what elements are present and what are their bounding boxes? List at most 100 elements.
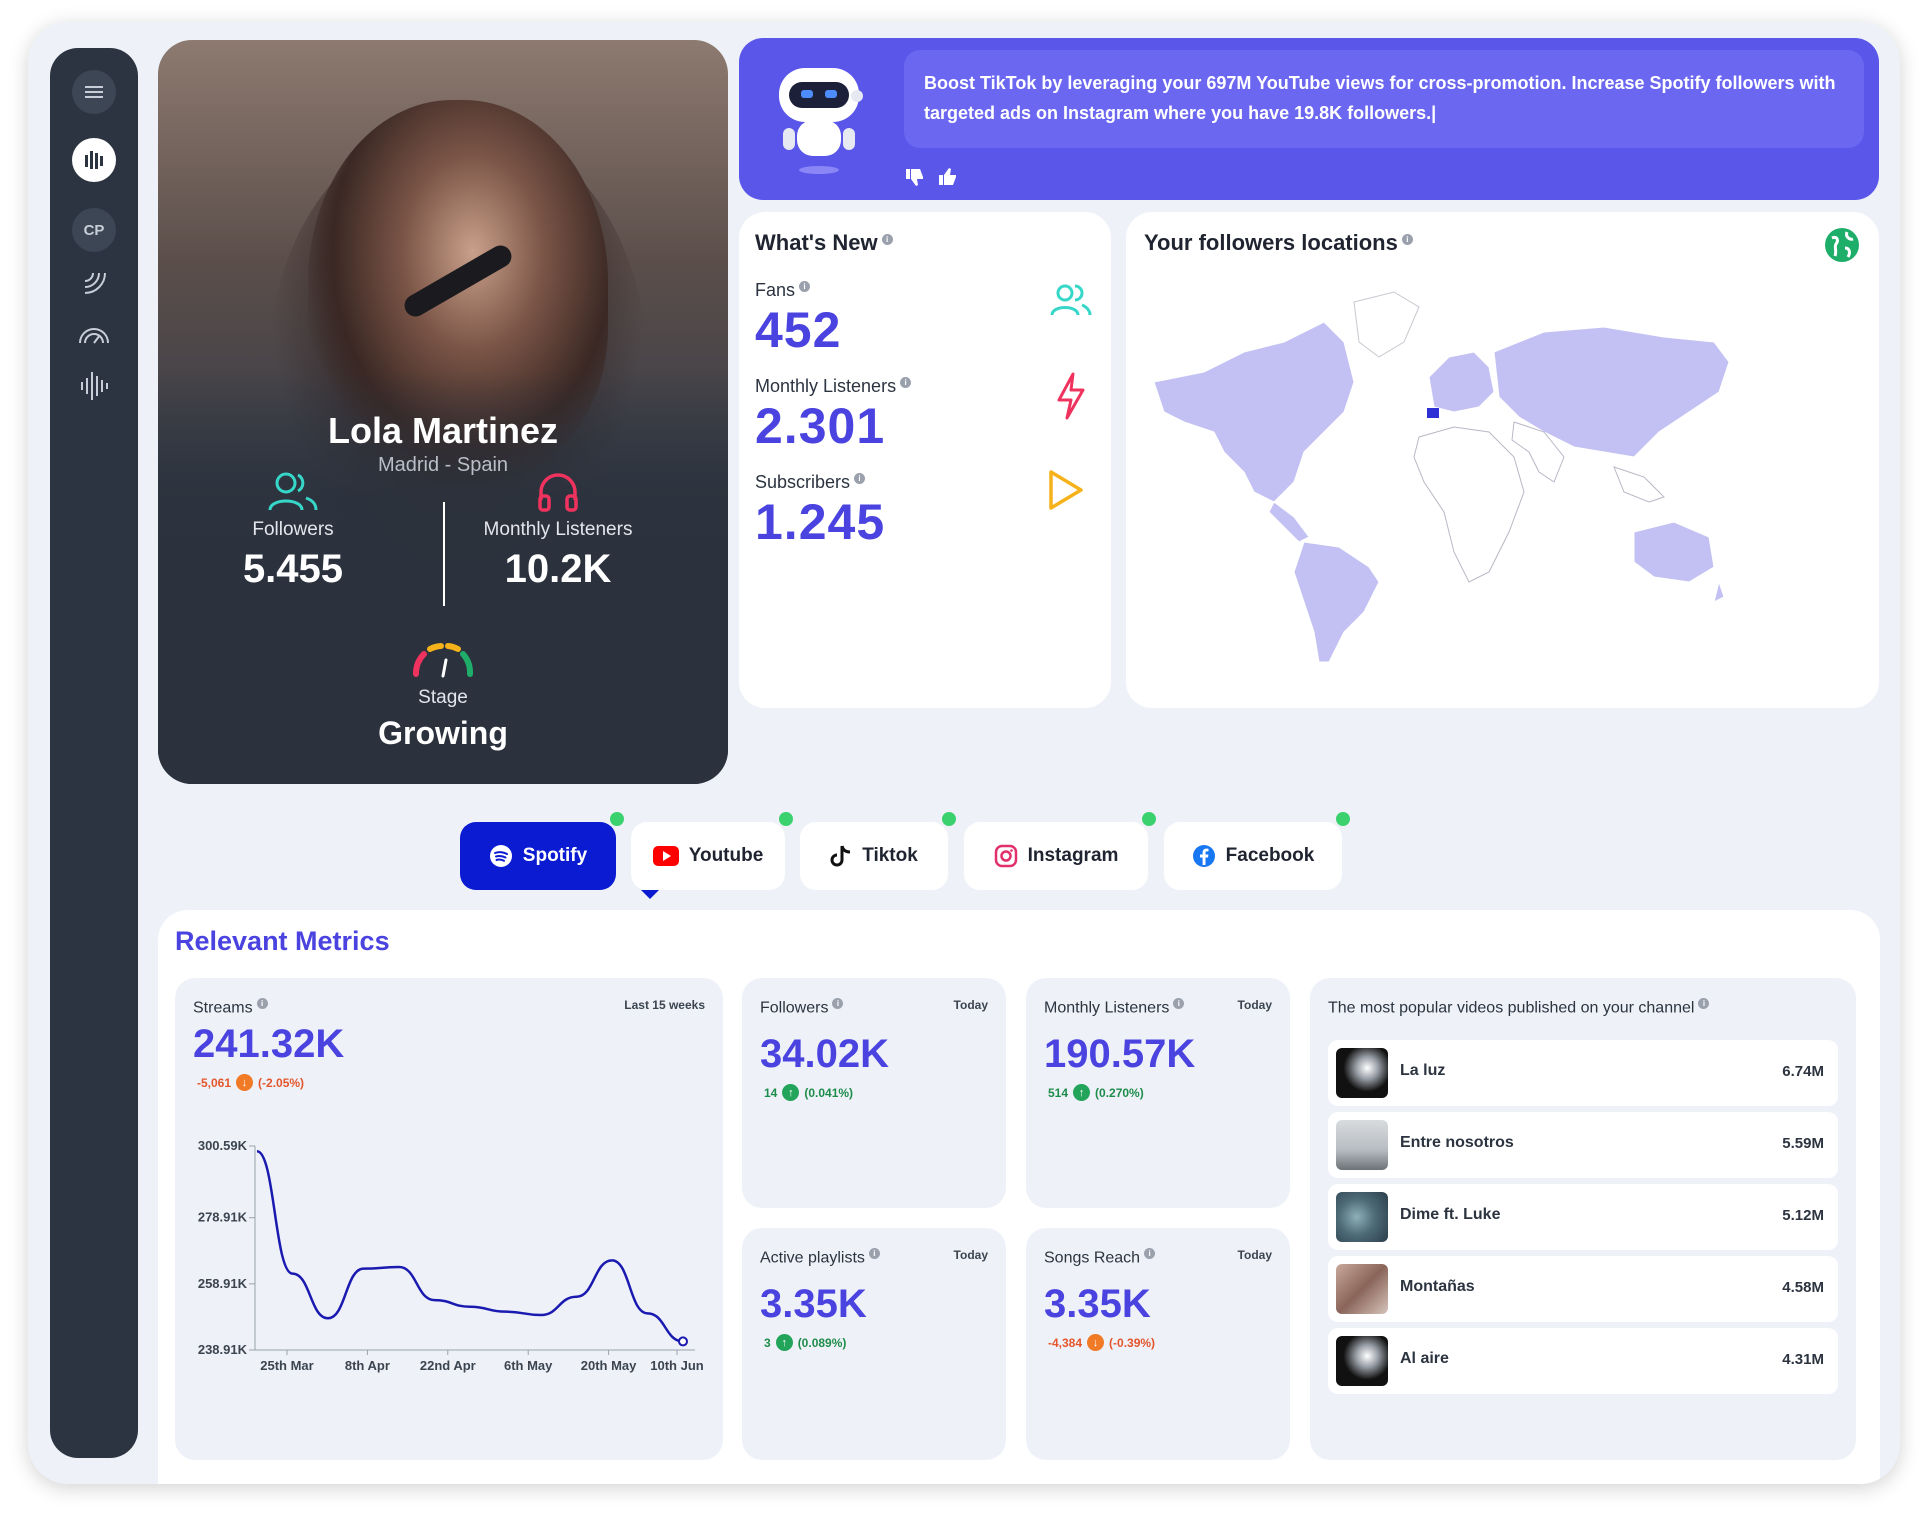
popular-videos-card: The most popular videos published on you… [1310, 978, 1856, 1460]
whats-new-title: What's New i [755, 230, 893, 256]
video-row[interactable]: Entre nosotros 5.59M [1328, 1112, 1838, 1178]
play-icon [1049, 470, 1083, 510]
arrow-up-icon: ↑ [775, 1334, 793, 1351]
monthly-listeners-new-value: 2.301 [755, 398, 886, 454]
x-tick-label: 10th Jun [650, 1358, 704, 1373]
followers-locations-title: Your followers locations i [1144, 230, 1413, 256]
monthly-listeners-metric-delta: 514 ↑ (0.270%) [1048, 1084, 1144, 1101]
arrow-up-icon: ↑ [782, 1084, 800, 1101]
followers-metric-delta: 14 ↑ (0.041%) [764, 1084, 854, 1101]
video-thumbnail [1336, 1336, 1388, 1386]
active-playlists-value: 3.35K [760, 1282, 867, 1326]
thumbs-down-icon[interactable] [904, 166, 926, 188]
info-icon[interactable]: i [1173, 998, 1185, 1009]
gauge-icon[interactable] [72, 312, 116, 356]
robot-assistant-icon [779, 68, 863, 174]
waveform-icon[interactable] [72, 364, 116, 408]
info-icon[interactable]: i [900, 377, 912, 388]
headphones-icon [538, 473, 578, 512]
video-row[interactable]: La luz 6.74M [1328, 1040, 1838, 1106]
info-icon[interactable]: i [832, 998, 844, 1009]
stage-label: Stage [418, 687, 468, 708]
subscribers-stat: Subscribers i 1.245 [755, 472, 886, 550]
stage-value: Growing [378, 715, 508, 751]
tab-tiktok[interactable]: Tiktok [800, 812, 956, 890]
status-dot [779, 812, 793, 826]
world-map[interactable] [1144, 282, 1734, 672]
video-thumbnail [1336, 1264, 1388, 1314]
globe-icon[interactable] [1823, 226, 1861, 264]
status-dot [610, 812, 624, 826]
equalizer-icon[interactable] [72, 138, 116, 182]
monthly-listeners-stat: Monthly Listeners 10.2K [443, 470, 673, 592]
fans-value: 452 [755, 302, 842, 358]
facebook-icon [1192, 845, 1215, 867]
info-icon[interactable]: i [1698, 998, 1710, 1009]
subscribers-value: 1.245 [755, 494, 886, 550]
arrow-down-icon: ↓ [236, 1074, 254, 1091]
artist-name: Lola Martinez [327, 410, 559, 451]
followers-locations-card: Your followers locations i [1126, 212, 1879, 708]
instagram-icon [994, 844, 1017, 868]
sidebar-item-cp[interactable]: CP [72, 208, 116, 252]
streams-line-chart[interactable]: 238.91K 258.91K 278.91K 300.59K 25th Mar 8th … [175, 1128, 723, 1448]
info-icon[interactable]: i [256, 998, 268, 1009]
active-playlists-delta: 3 ↑ (0.089%) [764, 1334, 847, 1351]
ai-recommendation-banner: Boost TikTok by leveraging your 697M You… [739, 38, 1879, 200]
followers-metric-value: 34.02K [760, 1032, 889, 1076]
spotify-icon [489, 845, 512, 867]
stage-gauge-icon [412, 643, 474, 678]
followers-stat: Followers 5.455 [178, 470, 408, 592]
cp-label: CP [83, 221, 105, 239]
video-row[interactable]: Dime ft. Luke 5.12M [1328, 1184, 1838, 1250]
artist-profile-card: Lola Martinez Madrid - Spain Followers 5… [158, 40, 728, 784]
followers-value: 5.455 [242, 547, 344, 591]
tab-spotify[interactable]: Spotify [460, 812, 624, 890]
streams-value: 241.32K [193, 1022, 345, 1066]
feedback-buttons [904, 166, 959, 193]
thumbs-up-icon[interactable] [937, 166, 959, 188]
menu-icon[interactable] [72, 70, 116, 114]
streams-card: Streams i Last 15 weeks 241.32K -5,061 ↓ … [175, 978, 723, 1460]
youtube-icon [652, 846, 679, 866]
tab-facebook[interactable]: Facebook [1164, 812, 1350, 890]
video-row[interactable]: Montañas 4.58M [1328, 1256, 1838, 1322]
y-tick-label: 300.59K [198, 1138, 248, 1153]
info-icon[interactable]: i [1144, 1248, 1156, 1259]
active-tab-pointer [641, 890, 659, 899]
x-tick-label: 20th May [581, 1358, 637, 1373]
x-tick-label: 8th Apr [345, 1358, 390, 1373]
tab-youtube[interactable]: Youtube [631, 812, 793, 890]
signal-icon[interactable] [72, 260, 116, 304]
streams-label: Streams [193, 999, 253, 1017]
sidebar: CP [50, 48, 138, 1458]
info-icon[interactable]: i [868, 1248, 880, 1259]
whats-new-card: What's New i Fans i 452 Monthly Listeners i… [739, 212, 1111, 708]
users-icon [1050, 284, 1092, 316]
info-icon[interactable]: i [799, 281, 811, 292]
active-playlists-card: Active playlists i Today 3.35K 3 ↑ (0.089… [742, 1228, 1006, 1460]
video-row[interactable]: Al aire 4.31M [1328, 1328, 1838, 1394]
tab-instagram[interactable]: Instagram [964, 812, 1156, 890]
followers-icon [268, 472, 318, 511]
x-tick-label: 6th May [504, 1358, 553, 1373]
info-icon[interactable]: i [854, 473, 866, 484]
streams-period: Last 15 weeks [624, 998, 705, 1012]
status-dot [1142, 812, 1156, 826]
streams-delta: -5,061 ↓ (-2.05%) [197, 1074, 305, 1091]
info-icon[interactable]: i [881, 233, 893, 245]
monthly-listeners-label: Monthly Listeners [483, 519, 633, 540]
streams-line [256, 1150, 684, 1343]
y-tick-label: 278.91K [198, 1210, 248, 1225]
video-thumbnail [1336, 1192, 1388, 1242]
video-thumbnail [1336, 1120, 1388, 1170]
info-icon[interactable]: i [1401, 233, 1413, 245]
app-shell: CP Lola Martinez Madrid - Spain Follower… [28, 22, 1900, 1484]
y-tick-label: 238.91K [198, 1342, 248, 1357]
songs-reach-card: Songs Reach i Today 3.35K -4,384 ↓ (-0.39… [1026, 1228, 1290, 1460]
y-tick-label: 258.91K [198, 1276, 248, 1291]
video-thumbnail [1336, 1048, 1388, 1098]
followers-metric-card: Followers i Today 34.02K 14 ↑ (0.041%) [742, 978, 1006, 1208]
songs-reach-value: 3.35K [1044, 1282, 1151, 1326]
monthly-listeners-value: 10.2K [504, 547, 612, 591]
